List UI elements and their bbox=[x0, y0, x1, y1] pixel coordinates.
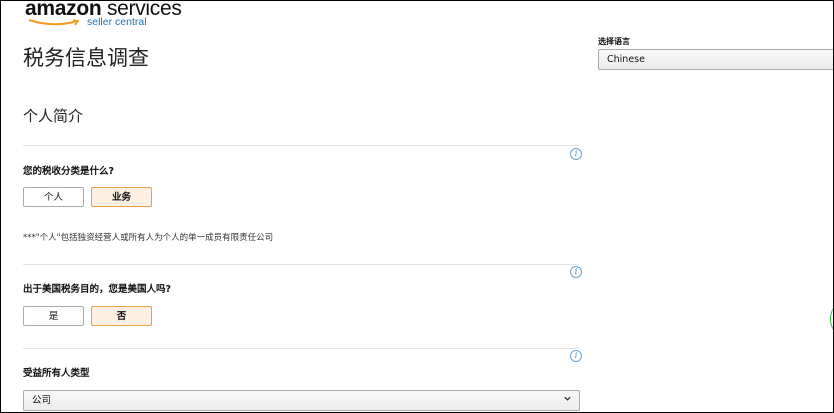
option-no-button[interactable]: 否 bbox=[91, 306, 152, 326]
beneficial-owner-type-label: 受益所有人类型 bbox=[23, 368, 90, 379]
option-business-button[interactable]: 业务 bbox=[91, 187, 152, 207]
option-yes-button[interactable]: 是 bbox=[23, 306, 84, 326]
info-icon[interactable]: i bbox=[570, 350, 582, 362]
tax-classification-label: 您的税收分类是什么? bbox=[23, 166, 115, 177]
beneficial-owner-type-value: 公司 bbox=[32, 395, 52, 406]
page-frame: amazon services seller central 税务信息调查 个人… bbox=[0, 0, 834, 413]
chevron-down-icon bbox=[564, 396, 571, 401]
page-title: 税务信息调查 bbox=[23, 46, 149, 70]
info-icon[interactable]: i bbox=[570, 148, 582, 160]
language-select[interactable]: Chinese bbox=[598, 49, 833, 70]
language-label: 选择语言 bbox=[598, 37, 630, 46]
info-icon[interactable]: i bbox=[570, 266, 582, 278]
logo-subtitle: seller central bbox=[87, 16, 147, 28]
beneficial-owner-type-select[interactable]: 公司 bbox=[23, 390, 580, 411]
help-widget-edge[interactable] bbox=[830, 307, 833, 331]
option-individual-button[interactable]: 个人 bbox=[23, 187, 84, 207]
divider bbox=[23, 264, 579, 265]
amazon-smile-icon bbox=[28, 19, 80, 26]
section-title: 个人简介 bbox=[23, 107, 84, 125]
amazon-services-logo[interactable]: amazon services seller central bbox=[25, 1, 182, 28]
divider bbox=[23, 145, 579, 146]
individual-note: ***"个人"包括独资经营人或所有人为个人的单一成员有限责任公司 bbox=[23, 233, 274, 243]
divider bbox=[23, 348, 579, 349]
language-select-value: Chinese bbox=[607, 54, 645, 65]
us-person-label: 出于美国税务目的，您是美国人吗? bbox=[23, 284, 172, 295]
